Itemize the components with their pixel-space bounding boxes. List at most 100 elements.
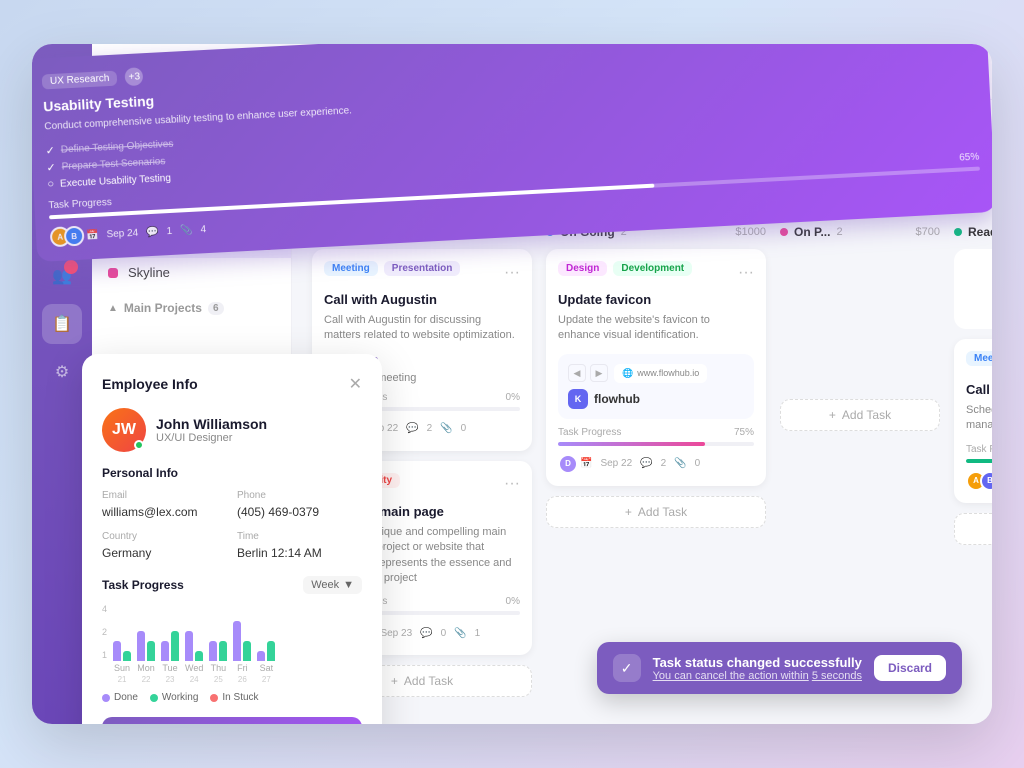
emp-email-value: williams@lex.com <box>102 505 198 519</box>
chart-day-wed: Wed <box>185 663 203 673</box>
card-avatar-e2: B <box>980 471 992 491</box>
discard-button[interactable]: Discard <box>874 655 946 681</box>
project-name-skyline: Skyline <box>128 265 170 280</box>
progress-label-favicon: Task Progress 75% <box>558 427 754 438</box>
card-desc-favicon: Update the website's favicon to enhance … <box>558 313 754 344</box>
chart-col-fri: Fri 26 <box>233 621 251 684</box>
bar-working-sat <box>267 641 275 661</box>
add-task-label-ongoing: Add Task <box>638 505 687 519</box>
bar-done-thu <box>209 641 217 661</box>
emp-time-label: Time <box>237 531 362 542</box>
col-onp-price: $700 <box>916 226 940 238</box>
col-onp-header: On P... 2 $700 <box>780 225 940 239</box>
toast-subtitle-text: You can cancel the action within <box>653 670 809 682</box>
toast-time-link[interactable]: 5 seconds <box>812 670 862 682</box>
chart-date-sat: 27 <box>262 675 271 684</box>
mini-progress-fill-eric <box>966 459 992 463</box>
legend-dot-working <box>150 694 158 702</box>
emp-country-label: Country <box>102 531 227 542</box>
task-progress-section: Task Progress Week ▼ 421 Sun <box>102 576 362 703</box>
flowhub-back-btn[interactable]: ◀ <box>568 364 586 382</box>
emp-time-item: Time Berlin 12:14 AM <box>237 531 362 562</box>
bar-done-mon <box>137 631 145 661</box>
flowhub-forward-btn[interactable]: ▶ <box>590 364 608 382</box>
card-desc-augustin: Call with Augustin for discussing matter… <box>324 313 520 344</box>
legend-stuck: In Stuck <box>210 692 258 703</box>
legend-label-stuck: In Stuck <box>222 692 258 703</box>
bar-working-wed <box>195 651 203 661</box>
bar-done-sun <box>113 641 121 661</box>
flowhub-url: 🌐 www.flowhub.io <box>614 364 707 383</box>
bar-group-tue <box>161 631 179 661</box>
chart-date-fri: 26 <box>238 675 247 684</box>
card-tags-favicon: Design Development <box>558 261 692 276</box>
flowhub-icon: K <box>568 389 588 409</box>
sidebar-item-settings[interactable]: ⚙ <box>42 352 82 392</box>
toast-text: Task status changed successfully You can… <box>653 655 862 682</box>
chart-day-thu: Thu <box>211 663 227 673</box>
emp-email-label: Email <box>102 490 227 501</box>
flowhub-brand: flowhub <box>594 392 640 406</box>
week-label: Week <box>311 579 339 591</box>
chart-date-mon: 22 <box>142 675 151 684</box>
date-value-concept: Sep 23 <box>380 628 412 639</box>
progress-section-eric: Task Progress 100% <box>966 444 992 463</box>
main-projects-label: Main Projects <box>124 301 202 315</box>
tag-meeting-eric: Meeting <box>966 351 992 366</box>
attach-count: 0 <box>461 423 467 434</box>
task-progress-value: 0% <box>506 392 520 403</box>
card-menu-concept[interactable]: ··· <box>504 475 520 493</box>
main-projects-section-header[interactable]: ▲ Main Projects 6 <box>92 297 291 323</box>
add-task-label-upcoming: Add Task <box>404 674 453 688</box>
chart-date-wed: 24 <box>190 675 199 684</box>
chart-date-thu: 25 <box>214 675 223 684</box>
comment-count: 2 <box>427 423 433 434</box>
card-title-augustin: Call with Augustin <box>324 292 520 307</box>
emp-close-button[interactable]: ✕ <box>349 374 362 394</box>
chart-date-sun: 21 <box>118 675 127 684</box>
emp-time-value: Berlin 12:14 AM <box>237 546 322 560</box>
card-menu-icon[interactable]: ··· <box>504 264 520 282</box>
card-footer-favicon: D 📅 Sep 22 💬 2 📎 0 <box>558 454 754 474</box>
url-text: www.flowhub.io <box>637 368 699 378</box>
comment-icon-favicon: 💬 <box>640 458 652 469</box>
legend-dot-done <box>102 694 110 702</box>
col-ongoing: On Going 2 $1000 Design Development <box>546 225 766 708</box>
team-badge <box>64 260 78 274</box>
col-onp-title: On P... <box>794 225 830 239</box>
project-item-skyline[interactable]: Skyline <box>92 258 291 287</box>
tp-title: Task Progress <box>102 578 184 592</box>
chart-col-sun: Sun 21 <box>113 641 131 684</box>
flowhub-nav: ◀ ▶ <box>568 364 608 382</box>
toast-subtitle: You can cancel the action within 5 secon… <box>653 670 862 682</box>
bar-working-sun <box>123 651 131 661</box>
add-task-onp[interactable]: + Add Task <box>780 399 940 431</box>
bar-working-mon <box>147 641 155 661</box>
task-card-favicon: Design Development ··· Update favicon Up… <box>546 249 766 486</box>
date-icon-favicon: 📅 <box>580 458 592 469</box>
card-footer-eric: A B 📅 Sep 19 💬 2 📎 2 <box>966 471 992 491</box>
chart-legend: Done Working In Stuck <box>102 692 362 703</box>
chart-col-wed: Wed 24 <box>185 631 203 684</box>
card-menu-favicon[interactable]: ··· <box>738 264 754 282</box>
add-task-ready[interactable]: + Add Task <box>954 513 992 545</box>
mini-progress-fill-favicon <box>558 442 705 446</box>
legend-label-working: Working <box>162 692 199 703</box>
bar-group-fri <box>233 621 251 661</box>
main-projects-count: 6 <box>208 302 224 315</box>
emp-country-item: Country Germany <box>102 531 227 562</box>
bar-group-wed <box>185 631 203 661</box>
task-progress-value-favicon: 75% <box>734 427 754 438</box>
toast-notification: ✓ Task status changed successfully You c… <box>597 642 962 694</box>
week-selector[interactable]: Week ▼ <box>303 576 362 594</box>
sidebar-item-projects[interactable]: 📋 <box>42 304 82 344</box>
convert-to-contact-button[interactable]: Convert to contact <box>102 717 362 724</box>
attach-icon: 📎 <box>440 423 452 434</box>
online-status-dot <box>134 440 144 450</box>
chart-day-sat: Sat <box>260 663 274 673</box>
emp-info-title: Personal Info <box>102 466 362 480</box>
employee-panel: Employee Info ✕ JW John Williamson UX/UI… <box>82 354 382 724</box>
add-task-ongoing[interactable]: + Add Task <box>546 496 766 528</box>
task-card-eric: Meeting ··· Call with Eric Schedule a ca… <box>954 339 992 503</box>
sidebar-item-team[interactable]: 👥 <box>42 256 82 296</box>
